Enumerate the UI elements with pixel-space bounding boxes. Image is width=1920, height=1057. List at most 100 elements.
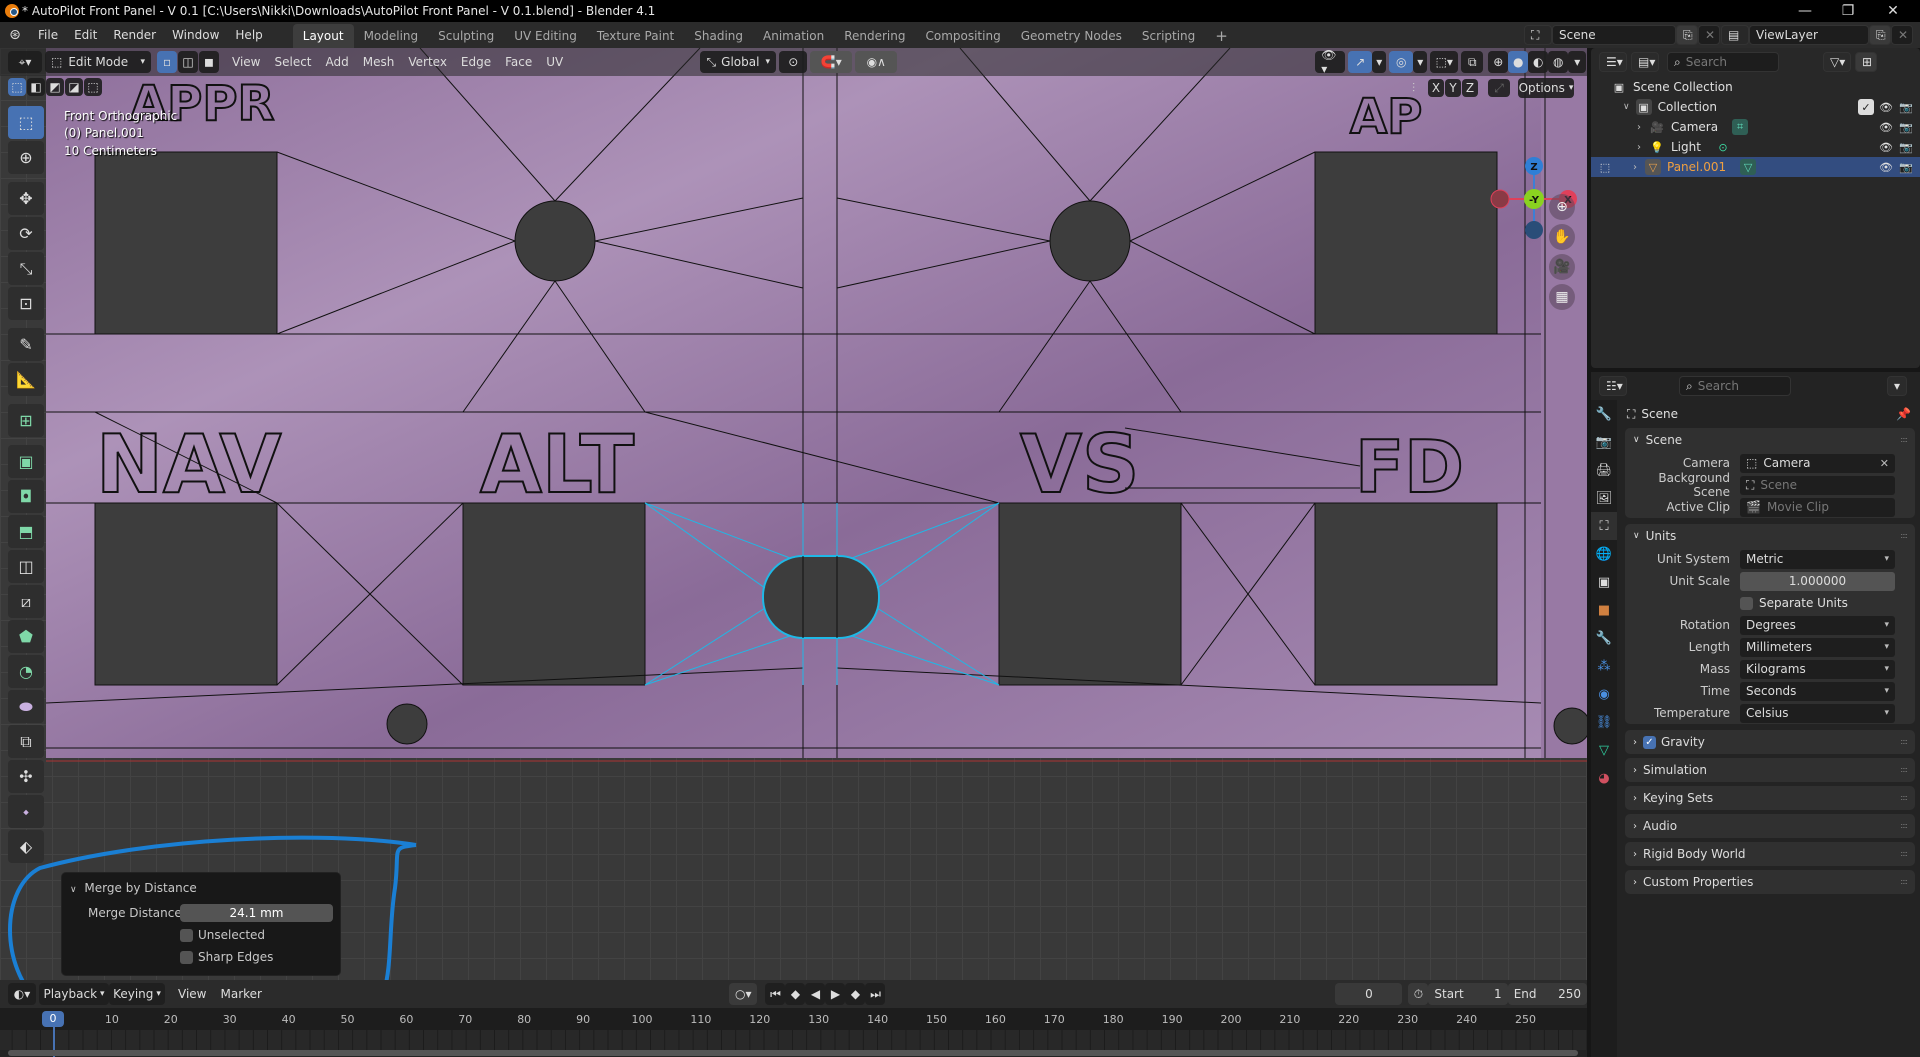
frame-cursor[interactable]: 0 [42,1011,64,1027]
tab-geometry-nodes[interactable]: Geometry Nodes [1011,24,1132,48]
simulation-panel[interactable]: › Simulation:::: [1625,758,1915,782]
timeline-editor-type-icon[interactable]: ◐▾ [8,983,36,1005]
clear-camera-icon[interactable]: ✕ [1880,457,1889,470]
vertex-select-button[interactable]: ▫ [157,51,177,73]
outliner-display-mode-icon[interactable]: ☰▾ [1599,52,1627,72]
properties-options-dropdown[interactable]: ▾ [1887,376,1907,396]
time-dropdown[interactable]: Seconds ▾ [1740,681,1895,701]
topology-mirror-icon[interactable]: ⤢ [1488,79,1510,97]
merge-distance-field[interactable]: 24.1 mm [180,904,333,922]
editor-type-icon[interactable]: ⌖▾ [8,51,42,73]
expand-chevron-icon[interactable]: › [1633,162,1637,173]
tab-mesh-data-icon[interactable]: ▽ [1591,736,1617,764]
audio-panel[interactable]: › Audio:::: [1625,814,1915,838]
close-button[interactable]: ✕ [1870,0,1916,22]
new-scene-icon[interactable]: ⎘ [1676,25,1698,45]
menu-render[interactable]: Render [105,22,164,48]
preview-range-icon[interactable]: ⏱ [1408,983,1429,1005]
annotate-tool[interactable]: ✎ [8,328,44,361]
keying-menu[interactable]: Keying ▾ [109,983,165,1005]
3d-viewport[interactable]: APPR NAV ALT VS FD AP ⌖▾ ⬚ Edit Mode ▾ ▫… [0,48,1587,980]
mirror-x-button[interactable]: X [1428,79,1444,97]
render-camera-icon[interactable]: 📷 [1898,119,1914,135]
scene-panel-header[interactable]: ∨ Scene:::: [1625,428,1915,452]
gizmo-toggle-icon[interactable]: ↗ [1348,51,1373,73]
tab-scripting[interactable]: Scripting [1132,24,1205,48]
drag-grip-icon[interactable]: :::: [1900,849,1908,858]
collection-checkbox[interactable]: ✓ [1858,99,1874,115]
unit-system-dropdown[interactable]: Metric ▾ [1740,549,1895,569]
overlay-menu-icon[interactable]: ▾ [1413,51,1428,73]
tab-physics-icon[interactable]: ◉ [1591,680,1617,708]
drag-grip-icon[interactable]: :::: [1900,793,1908,802]
outliner-filter-icon[interactable]: ▽▾ [1823,52,1851,72]
jump-start-button[interactable]: ⏮ [765,983,786,1005]
menu-help[interactable]: Help [227,22,270,48]
operator-panel-header[interactable]: ∨ Merge by Distance [70,881,197,895]
next-keyframe-button[interactable]: ◆ [845,983,866,1005]
temperature-dropdown[interactable]: Celsius ▾ [1740,703,1895,723]
navigation-gizmo[interactable]: Z -Y X [1490,108,1587,248]
end-frame-field[interactable]: End 250 [1507,983,1587,1005]
shading-menu-icon[interactable]: ▾ [1568,51,1587,73]
separate-units-checkbox[interactable] [1740,596,1753,610]
drag-grip-icon[interactable]: :::: [1900,435,1908,444]
solid-shading-icon[interactable]: ● [1508,51,1529,73]
tab-scene-icon[interactable]: ⛶ [1591,512,1617,540]
mode-dropdown[interactable]: ⬚ Edit Mode ▾ [45,51,151,73]
tab-view-layer-icon[interactable]: 🖼 [1591,484,1617,512]
pan-view-icon[interactable]: ✋ [1549,224,1575,250]
length-dropdown[interactable]: Millimeters ▾ [1740,637,1895,657]
loop-cut-tool[interactable]: ◫ [8,550,44,583]
rip-tool[interactable]: ⬖ [8,830,44,863]
play-button[interactable]: ▶ [825,983,846,1005]
tab-tool-icon[interactable]: 🔧 [1591,400,1617,428]
pivot-point-icon[interactable]: ⊙ [779,51,808,73]
menu-vertex[interactable]: Vertex [401,55,454,69]
material-shading-icon[interactable]: ◐ [1528,51,1549,73]
active-clip-field[interactable]: 🎬 Movie Clip [1740,497,1895,517]
drag-grip-icon[interactable]: :::: [1900,821,1908,830]
sharp-edges-checkbox[interactable] [180,951,193,964]
menu-face[interactable]: Face [498,55,539,69]
measure-tool[interactable]: 📐 [8,363,44,396]
tab-uv-editing[interactable]: UV Editing [504,24,587,48]
tab-modeling[interactable]: Modeling [354,24,429,48]
knife-tool[interactable]: ⧄ [8,585,44,618]
selected-slot-cutout[interactable] [762,555,880,639]
panel-mesh[interactable]: APPR NAV ALT VS FD AP [0,48,1587,980]
expand-chevron-icon[interactable]: › [1637,122,1641,133]
shear-tool[interactable]: ⬩ [8,795,44,828]
select-invert-button[interactable]: ◪ [65,78,83,96]
select-box-tool[interactable]: ⬚ [8,106,44,139]
rotation-dropdown[interactable]: Degrees ▾ [1740,615,1895,635]
shrink-fatten-tool[interactable]: ✣ [8,760,44,793]
drag-grip-icon[interactable]: :::: [1900,765,1908,774]
rendered-shading-icon[interactable]: ◍ [1548,51,1569,73]
drag-grip-icon[interactable]: :::: [1900,531,1908,540]
menu-window[interactable]: Window [164,22,227,48]
delete-viewlayer-icon[interactable]: ✕ [1891,25,1913,45]
tab-object-icon[interactable]: ■ [1591,596,1617,624]
menu-select[interactable]: Select [267,55,318,69]
menu-add[interactable]: Add [319,55,356,69]
camera-field[interactable]: ⬚ Camera ✕ [1740,453,1895,473]
timeline-track[interactable] [0,1030,1587,1050]
tab-rendering[interactable]: Rendering [834,24,915,48]
drag-grip-icon[interactable]: :::: [1900,877,1908,886]
current-frame-field[interactable]: 0 [1335,983,1403,1005]
scene-name-field[interactable]: Scene [1552,25,1676,45]
move-tool[interactable]: ✥ [8,182,44,215]
select-subtract-button[interactable]: ◩ [46,78,64,96]
maximize-button[interactable]: ❐ [1825,0,1871,22]
tab-texture-paint[interactable]: Texture Paint [587,24,684,48]
keying-sets-panel[interactable]: › Keying Sets:::: [1625,786,1915,810]
tab-shading[interactable]: Shading [684,24,753,48]
expand-chevron-icon[interactable]: ∨ [1623,102,1630,112]
outliner-row-panel[interactable]: ⬚ › ▽ Panel.001 ▽ 👁 📷 [1591,157,1920,177]
smooth-tool[interactable]: ⬬ [8,690,44,723]
overlay-toggle-icon[interactable]: ◎ [1389,51,1414,73]
tab-world-icon[interactable]: 🌐 [1591,540,1617,568]
timeline-scrollbar[interactable] [8,1050,1578,1056]
zoom-view-icon[interactable]: ⊕ [1549,194,1575,220]
